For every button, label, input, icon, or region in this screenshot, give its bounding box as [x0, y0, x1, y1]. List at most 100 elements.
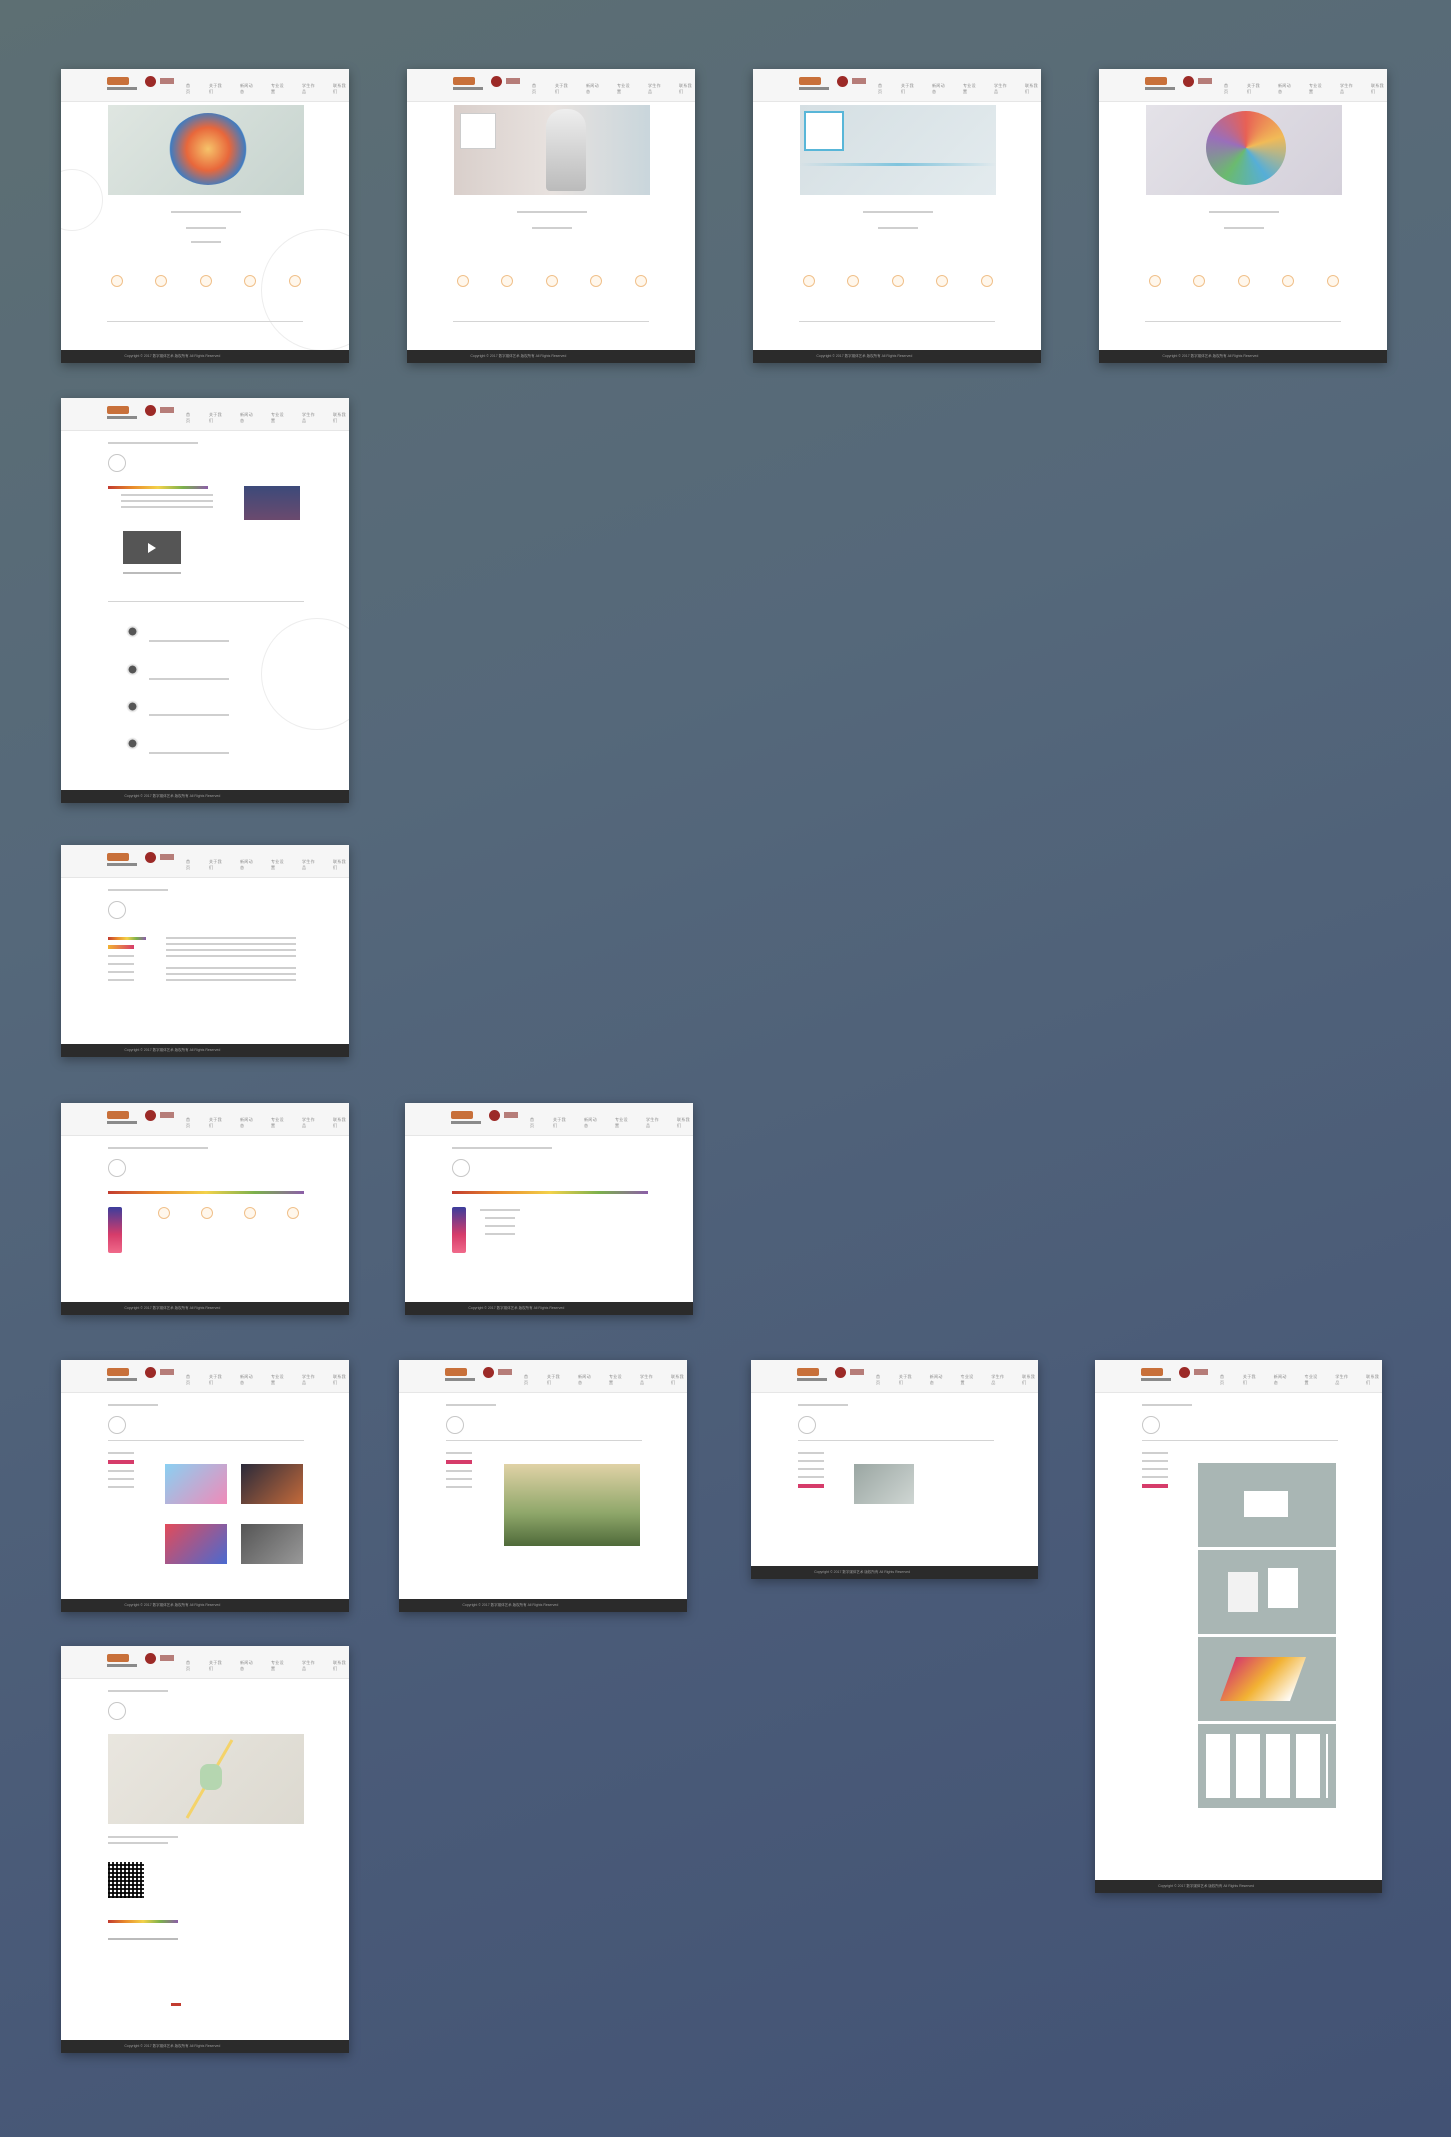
nav-item-news[interactable]: 新闻动态	[240, 1117, 256, 1129]
nav-item-contact[interactable]: 联系我们	[333, 1117, 349, 1129]
work-thumbnail[interactable]	[165, 1464, 227, 1504]
brand-card-photo[interactable]	[1198, 1637, 1336, 1721]
nav-item-works[interactable]: 学生作品	[991, 1374, 1007, 1386]
nav-item-majors[interactable]: 专业设置	[271, 1374, 287, 1386]
nav-item-works[interactable]: 学生作品	[302, 1374, 318, 1386]
nav-item-news[interactable]: 新闻动态	[584, 1117, 600, 1129]
nav-item-about[interactable]: 关于我们	[1243, 1374, 1259, 1386]
nav-item-about[interactable]: 关于我们	[209, 859, 225, 871]
major-icon[interactable]	[287, 1207, 299, 1219]
major-icon[interactable]	[244, 1207, 256, 1219]
side-menu[interactable]	[108, 1452, 134, 1494]
nav-item-majors[interactable]: 专业设置	[271, 412, 287, 424]
nav-item-contact[interactable]: 联系我们	[671, 1374, 687, 1386]
nav-item-news[interactable]: 新闻动态	[240, 83, 256, 95]
nav-item-majors[interactable]: 专业设置	[1305, 1374, 1321, 1386]
nav-item-works[interactable]: 学生作品	[302, 83, 318, 95]
nav-item-news[interactable]: 新闻动态	[586, 83, 602, 95]
nav-item-about[interactable]: 关于我们	[209, 1660, 225, 1672]
nav-item-majors[interactable]: 专业设置	[271, 859, 287, 871]
nav-item-works[interactable]: 学生作品	[302, 1117, 318, 1129]
nav-item-majors[interactable]: 专业设置	[1309, 83, 1325, 95]
nav-item-contact[interactable]: 联系我们	[1371, 83, 1387, 95]
nav-item-about[interactable]: 关于我们	[209, 1374, 225, 1386]
feature-icon[interactable]	[1193, 275, 1205, 287]
nav-item-contact[interactable]: 联系我们	[1022, 1374, 1038, 1386]
nav-item-works[interactable]: 学生作品	[302, 859, 318, 871]
nav-item-about[interactable]: 关于我们	[209, 412, 225, 424]
nav-item-majors[interactable]: 专业设置	[271, 83, 287, 95]
side-menu[interactable]	[108, 945, 134, 987]
feature-icon[interactable]	[501, 275, 513, 287]
nav-item-home[interactable]: 首页	[876, 1374, 884, 1386]
nav-item-news[interactable]: 新闻动态	[240, 859, 256, 871]
major-icon[interactable]	[158, 1207, 170, 1219]
nav-item-works[interactable]: 学生作品	[302, 1660, 318, 1672]
feature-icon[interactable]	[1327, 275, 1339, 287]
nav-item-about[interactable]: 关于我们	[901, 83, 917, 95]
work-thumbnail[interactable]	[241, 1524, 303, 1564]
work-thumbnail[interactable]	[854, 1464, 914, 1504]
social-share-icon[interactable]	[123, 572, 181, 574]
nav-item-home[interactable]: 首页	[186, 1374, 194, 1386]
nav-item-contact[interactable]: 联系我们	[333, 859, 349, 871]
feature-icon[interactable]	[1282, 275, 1294, 287]
feature-icon[interactable]	[590, 275, 602, 287]
feature-icon[interactable]	[111, 275, 123, 287]
feature-icon[interactable]	[244, 275, 256, 287]
feature-icon[interactable]	[546, 275, 558, 287]
side-menu[interactable]	[1142, 1452, 1168, 1494]
brand-card-photo[interactable]	[1198, 1550, 1336, 1634]
nav-item-majors[interactable]: 专业设置	[963, 83, 979, 95]
nav-item-news[interactable]: 新闻动态	[240, 1374, 256, 1386]
nav-item-home[interactable]: 首页	[1224, 83, 1232, 95]
nav-item-contact[interactable]: 联系我们	[333, 412, 349, 424]
feature-icon[interactable]	[847, 275, 859, 287]
nav-item-works[interactable]: 学生作品	[302, 412, 318, 424]
work-thumbnail[interactable]	[165, 1524, 227, 1564]
nav-item-home[interactable]: 首页	[186, 1117, 194, 1129]
feature-icon[interactable]	[981, 275, 993, 287]
nav-item-home[interactable]: 首页	[186, 412, 194, 424]
work-video[interactable]	[504, 1464, 640, 1546]
nav-item-about[interactable]: 关于我们	[209, 83, 225, 95]
nav-item-about[interactable]: 关于我们	[899, 1374, 915, 1386]
nav-item-contact[interactable]: 联系我们	[1366, 1374, 1382, 1386]
nav-item-works[interactable]: 学生作品	[994, 83, 1010, 95]
feature-icon[interactable]	[1149, 275, 1161, 287]
nav-item-works[interactable]: 学生作品	[1335, 1374, 1351, 1386]
nav-item-home[interactable]: 首页	[186, 83, 194, 95]
nav-item-home[interactable]: 首页	[524, 1374, 532, 1386]
nav-item-home[interactable]: 首页	[186, 859, 194, 871]
nav-item-about[interactable]: 关于我们	[209, 1117, 225, 1129]
nav-item-contact[interactable]: 联系我们	[677, 1117, 693, 1129]
site-logo[interactable]	[107, 77, 141, 91]
feature-icon[interactable]	[289, 275, 301, 287]
nav-item-about[interactable]: 关于我们	[547, 1374, 563, 1386]
nav-item-majors[interactable]: 专业设置	[609, 1374, 625, 1386]
nav-item-works[interactable]: 学生作品	[640, 1374, 656, 1386]
feature-icon[interactable]	[936, 275, 948, 287]
nav-item-majors[interactable]: 专业设置	[271, 1660, 287, 1672]
submit-button[interactable]	[171, 2003, 181, 2006]
nav-item-contact[interactable]: 联系我们	[679, 83, 695, 95]
feature-icon[interactable]	[892, 275, 904, 287]
feature-icon[interactable]	[1238, 275, 1250, 287]
nav-item-news[interactable]: 新闻动态	[1278, 83, 1294, 95]
nav-item-contact[interactable]: 联系我们	[333, 83, 349, 95]
brand-card-photo[interactable]	[1198, 1463, 1336, 1547]
nav-item-news[interactable]: 新闻动态	[1274, 1374, 1290, 1386]
side-menu[interactable]	[798, 1452, 824, 1494]
feature-icon[interactable]	[155, 275, 167, 287]
major-icon[interactable]	[201, 1207, 213, 1219]
nav-item-home[interactable]: 首页	[878, 83, 886, 95]
nav-item-about[interactable]: 关于我们	[553, 1117, 569, 1129]
video-player[interactable]	[123, 531, 181, 564]
side-menu[interactable]	[446, 1452, 472, 1494]
brand-card-photo[interactable]	[1198, 1724, 1336, 1808]
nav-item-about[interactable]: 关于我们	[555, 83, 571, 95]
message-field[interactable]	[108, 1938, 178, 1940]
work-thumbnail[interactable]	[241, 1464, 303, 1504]
nav-item-contact[interactable]: 联系我们	[333, 1374, 349, 1386]
nav-item-majors[interactable]: 专业设置	[617, 83, 633, 95]
